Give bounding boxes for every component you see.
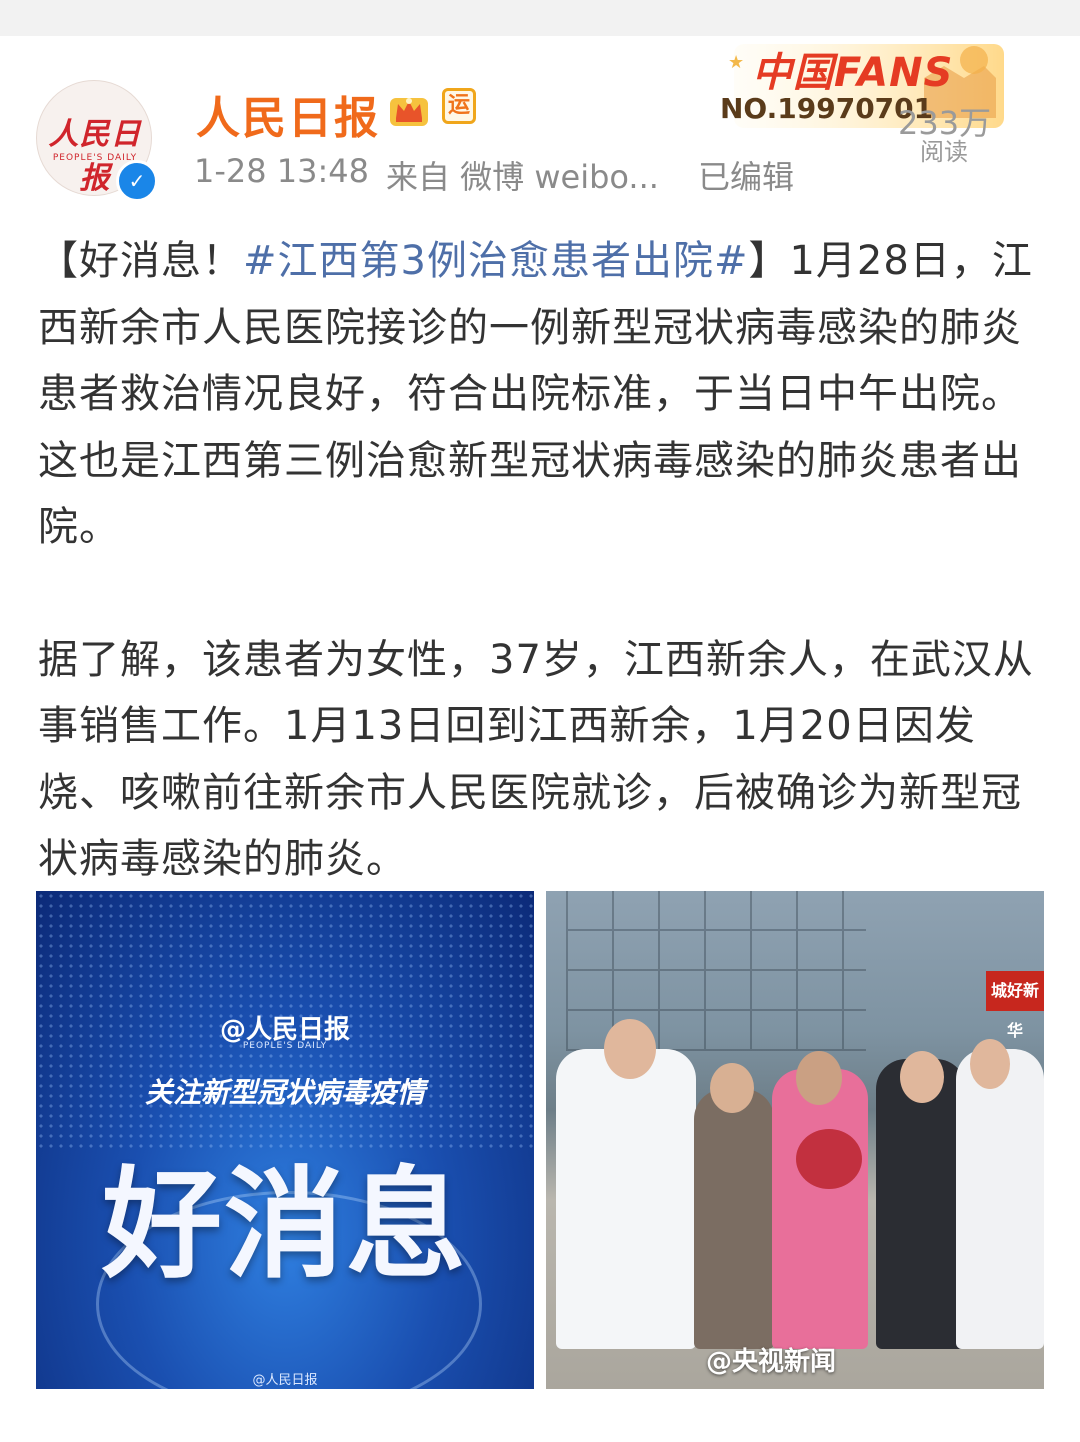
- image-headline: 好消息: [102, 1156, 468, 1295]
- reads-label: 阅读: [920, 138, 968, 166]
- username[interactable]: 人民日报: [196, 82, 380, 146]
- post-time: 1-28 13:48: [194, 152, 370, 190]
- post-prefix: 【好消息！: [38, 238, 243, 284]
- image-watermark-left: @人民日报: [252, 1373, 318, 1388]
- image-subtitle: 关注新型冠状病毒疫情: [144, 1076, 425, 1109]
- fans-banner-title: 中国FANS: [752, 50, 954, 96]
- person-doctor-right: [956, 1049, 1044, 1349]
- image-logo-sub: PEOPLE'S DAILY: [242, 1041, 328, 1051]
- person-head: [604, 1019, 656, 1079]
- verified-check-icon: ✓: [116, 160, 158, 202]
- edited-label: 已编辑: [698, 158, 795, 196]
- hashtag-link[interactable]: #江西第3例治愈患者出院#: [243, 238, 748, 284]
- person-doctor-left: [556, 1049, 696, 1349]
- person-head: [796, 1051, 842, 1105]
- post-body: 【好消息！#江西第3例治愈患者出院#】1月28日，江西新余市人民医院接诊的一例新…: [38, 228, 1048, 893]
- post-paragraph-2: 据了解，该患者为女性，37岁，江西新余人，在武汉从事销售工作。1月13日回到江西…: [38, 636, 1034, 883]
- person-patient: [772, 1069, 868, 1349]
- image-watermark-right: @央视新闻: [706, 1347, 837, 1377]
- post-source: 来自 微博 weibo...: [386, 158, 659, 196]
- yun-badge[interactable]: 运: [442, 88, 476, 124]
- image-good-news[interactable]: @人民日报 PEOPLE'S DAILY 关注新型冠状病毒疫情 好消息 @人民日…: [36, 891, 534, 1389]
- post-paragraph-1: 【好消息！#江西第3例治愈患者出院#】1月28日，江西新余市人民医院接诊的一例新…: [38, 228, 1048, 561]
- flower-bouquet: [796, 1129, 862, 1189]
- image-discharge-photo[interactable]: 城好新华 @央视新闻: [546, 891, 1044, 1389]
- person-head: [900, 1051, 944, 1103]
- svg-text:★: ★: [728, 52, 744, 73]
- post-text-1: 】1月28日，江西新余市人民医院接诊的一例新型冠状病毒感染的肺炎患者救治情况良好…: [38, 238, 1033, 550]
- hospital-sign: 城好新华: [986, 971, 1044, 1040]
- person-head: [970, 1039, 1010, 1089]
- person-head: [710, 1063, 754, 1113]
- top-strip: [0, 0, 1080, 36]
- crown-vip-icon[interactable]: [388, 88, 430, 128]
- person-woman-plaid: [694, 1089, 774, 1349]
